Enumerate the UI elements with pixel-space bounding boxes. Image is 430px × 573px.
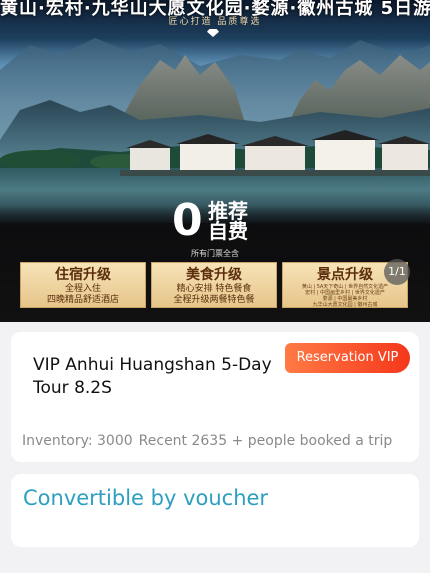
feature-line: 四晚精品舒适酒店 [46, 295, 119, 305]
inventory-info: Inventory: 3000 Recent 2635 + people book… [22, 433, 417, 449]
feature-title: 美食升级 [186, 267, 242, 283]
inventory-count: Inventory: 3000 [22, 433, 133, 449]
feature-line: 全程升级两餐特色餐 [173, 295, 255, 305]
voucher-card[interactable]: Convertible by voucher [11, 474, 419, 547]
banner-tagline: 匠心打造 品质尊选 [168, 17, 262, 27]
feature-line: 精心安排 特色餐食 [176, 284, 252, 294]
village-houses [120, 130, 430, 176]
feature-line: 九华山大愿文化园 | 徽州古城 [312, 302, 378, 308]
feature-lodging: 住宿升级 全程入住 四晚精品舒适酒店 [20, 262, 146, 308]
product-title: VIP Anhui Huangshan 5-Day Tour 8.2S [33, 355, 272, 398]
promo-subtitle: 所有门票全含 [191, 249, 239, 258]
feature-title: 住宿升级 [55, 267, 111, 283]
reservation-vip-button[interactable]: Reservation VIP [285, 343, 410, 373]
promo-zero: 0 [172, 195, 203, 246]
image-pager-indicator: 1/1 [384, 259, 410, 285]
product-banner-image[interactable]: 黄山·宏村·九华山大愿文化园·婺源·徽州古城 5日游 匠心打造 品质尊选 0 推… [0, 0, 430, 322]
voucher-label[interactable]: Convertible by voucher [23, 486, 268, 510]
product-card: VIP Anhui Huangshan 5-Day Tour 8.2S Rese… [11, 332, 419, 462]
feature-line: 全程入住 [64, 284, 101, 294]
feature-food: 美食升级 精心安排 特色餐食 全程升级两餐特色餐 [151, 262, 277, 308]
promo-main: 推荐自费 [208, 199, 248, 243]
recent-bookings: Recent 2635 + people booked a trip [138, 433, 393, 449]
